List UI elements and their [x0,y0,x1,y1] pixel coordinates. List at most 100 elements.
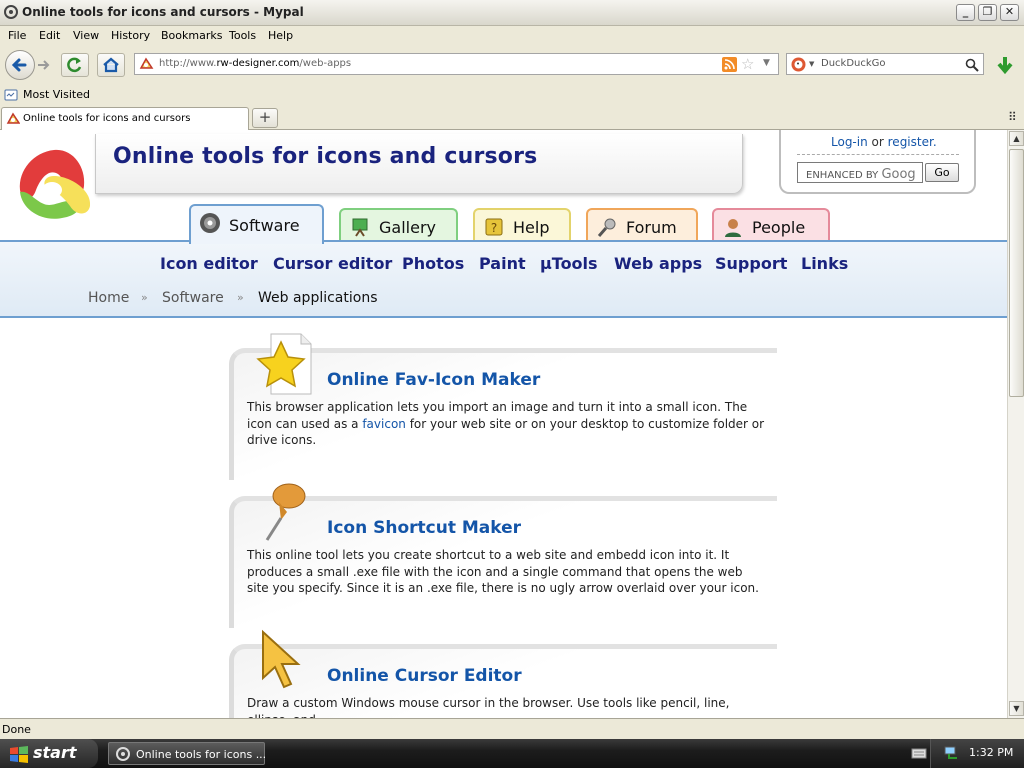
nav-web-apps[interactable]: Web apps [614,254,702,273]
card-description: This online tool lets you create shortcu… [247,548,759,595]
window-titlebar[interactable]: Online tools for icons and cursors - Myp… [0,0,1024,26]
nav-support[interactable]: Support [715,254,787,273]
card-description: This browser application lets you import… [247,400,765,447]
gallery-easel-icon [352,218,368,237]
scroll-down-arrow-icon[interactable]: ▼ [1009,701,1024,716]
system-tray: 1:32 PM [911,739,1024,768]
menu-file[interactable]: File [8,29,26,42]
close-button[interactable]: ✕ [1000,4,1019,21]
login-separator [797,154,959,155]
card-favicon-maker: Online Fav-Icon Maker This browser appli… [229,332,777,480]
site-header: Online tools for icons and cursors Log-i… [0,130,1007,318]
status-text: Done [2,723,31,736]
menu-history[interactable]: History [111,29,150,42]
site-favicon-icon [139,57,154,69]
keyboard-tray-icon[interactable] [911,747,927,760]
browser-tab-strip: Online tools for icons and cursors + ⠿ [0,106,1024,130]
tab-forum[interactable]: Forum [586,208,698,242]
pushpin-icon [265,483,306,541]
clock: 1:32 PM [969,746,1014,759]
back-arrow-icon [11,58,27,72]
menu-bookmarks[interactable]: Bookmarks [161,29,222,42]
windows-logo-icon [10,746,28,763]
menu-help[interactable]: Help [268,29,293,42]
search-engine-box[interactable]: ▼ DuckDuckGo [786,53,984,75]
engine-dropdown-icon[interactable]: ▼ [809,60,814,68]
search-magnifier-icon[interactable] [965,58,979,72]
login-box: Log-in or register. ENHANCED BY Goog Go [779,130,976,194]
menu-bar: File Edit View History Bookmarks Tools H… [0,26,1024,46]
address-bar[interactable]: http://www.rw-designer.com/web-apps ☆ ▼ [134,53,779,75]
scrollbar-thumb[interactable] [1009,149,1024,397]
nav-links[interactable]: Links [801,254,848,273]
scroll-up-arrow-icon[interactable]: ▲ [1009,131,1024,146]
network-tray-icon[interactable] [943,745,961,761]
search-input[interactable]: DuckDuckGo [821,58,886,69]
site-search-input[interactable]: ENHANCED BY Goog [797,162,923,183]
home-icon [103,57,119,73]
breadcrumb-software[interactable]: Software [162,290,224,306]
site-search-go-button[interactable]: Go [925,163,959,182]
url-text: http://www.rw-designer.com/web-apps [159,58,352,69]
favicon-link[interactable]: favicon [362,417,406,431]
back-button[interactable] [5,50,35,80]
windows-taskbar: start Online tools for icons ... 1:32 PM [0,739,1024,768]
nav-photos[interactable]: Photos [402,254,464,273]
reload-button[interactable] [61,53,89,77]
forward-button[interactable] [36,57,52,73]
reload-icon [67,57,82,73]
menu-view[interactable]: View [73,29,99,42]
login-line: Log-in or register. [831,135,937,149]
navigation-toolbar: http://www.rw-designer.com/web-apps ☆ ▼ … [0,46,1024,84]
bookmarks-toolbar: Most Visited [0,84,1024,106]
browser-tab-active[interactable]: Online tools for icons and cursors [1,107,249,130]
card-cursor-editor: Online Cursor Editor Draw a custom Windo… [229,628,777,718]
card-title[interactable]: Online Cursor Editor [327,666,522,686]
download-button[interactable] [993,54,1017,76]
tab-people[interactable]: People [712,208,830,242]
page-content: Online tools for icons and cursors Log-i… [0,130,1007,718]
card-title[interactable]: Online Fav-Icon Maker [327,370,540,390]
nav-paint[interactable]: Paint [479,254,526,273]
most-visited-folder[interactable]: Most Visited [2,87,122,104]
status-bar: Done [0,718,1024,739]
start-button[interactable]: start [0,739,98,768]
tab-favicon-icon [6,112,20,124]
rss-feed-icon[interactable] [722,57,737,72]
taskbar-window-button[interactable]: Online tools for icons ... [108,742,266,765]
tab-list-icon[interactable]: ⠿ [1008,110,1017,124]
register-link[interactable]: register. [888,135,937,149]
new-tab-button[interactable]: + [252,108,278,128]
minimize-button[interactable]: _ [956,4,975,21]
home-button[interactable] [97,53,125,77]
tab-gallery[interactable]: Gallery [339,208,458,242]
cursor-arrow-icon [262,629,301,689]
tab-help[interactable]: ? Help [473,208,571,242]
card-title[interactable]: Icon Shortcut Maker [327,518,521,538]
card-shortcut-maker: Icon Shortcut Maker This online tool let… [229,480,777,628]
mypal-taskbar-icon [116,747,130,761]
url-dropdown-icon[interactable]: ▼ [763,58,770,68]
nav-mutools[interactable]: µTools [540,254,598,273]
breadcrumb-separator: » [141,291,148,304]
tab-software[interactable]: Software [189,204,324,244]
window-title: Online tools for icons and cursors - Myp… [22,5,304,19]
vertical-scrollbar[interactable]: ▲ ▼ [1007,130,1024,718]
menu-tools[interactable]: Tools [229,29,256,42]
breadcrumb-current: Web applications [258,290,378,306]
bookmark-star-icon[interactable]: ☆ [741,55,754,73]
site-title: Online tools for icons and cursors [113,144,538,169]
forum-microphone-icon [597,218,616,237]
breadcrumb-separator: » [237,291,244,304]
download-arrow-icon [997,57,1013,75]
breadcrumb-home[interactable]: Home [88,290,129,306]
nav-cursor-editor[interactable]: Cursor editor [273,254,392,273]
mypal-app-icon [4,5,18,19]
menu-edit[interactable]: Edit [39,29,60,42]
login-link[interactable]: Log-in [831,135,868,149]
nav-icon-editor[interactable]: Icon editor [160,254,258,273]
restore-button[interactable]: ❐ [978,4,997,21]
cd-disc-icon [200,213,220,233]
help-book-icon: ? [485,218,503,236]
card-description: Draw a custom Windows mouse cursor in th… [247,696,730,718]
